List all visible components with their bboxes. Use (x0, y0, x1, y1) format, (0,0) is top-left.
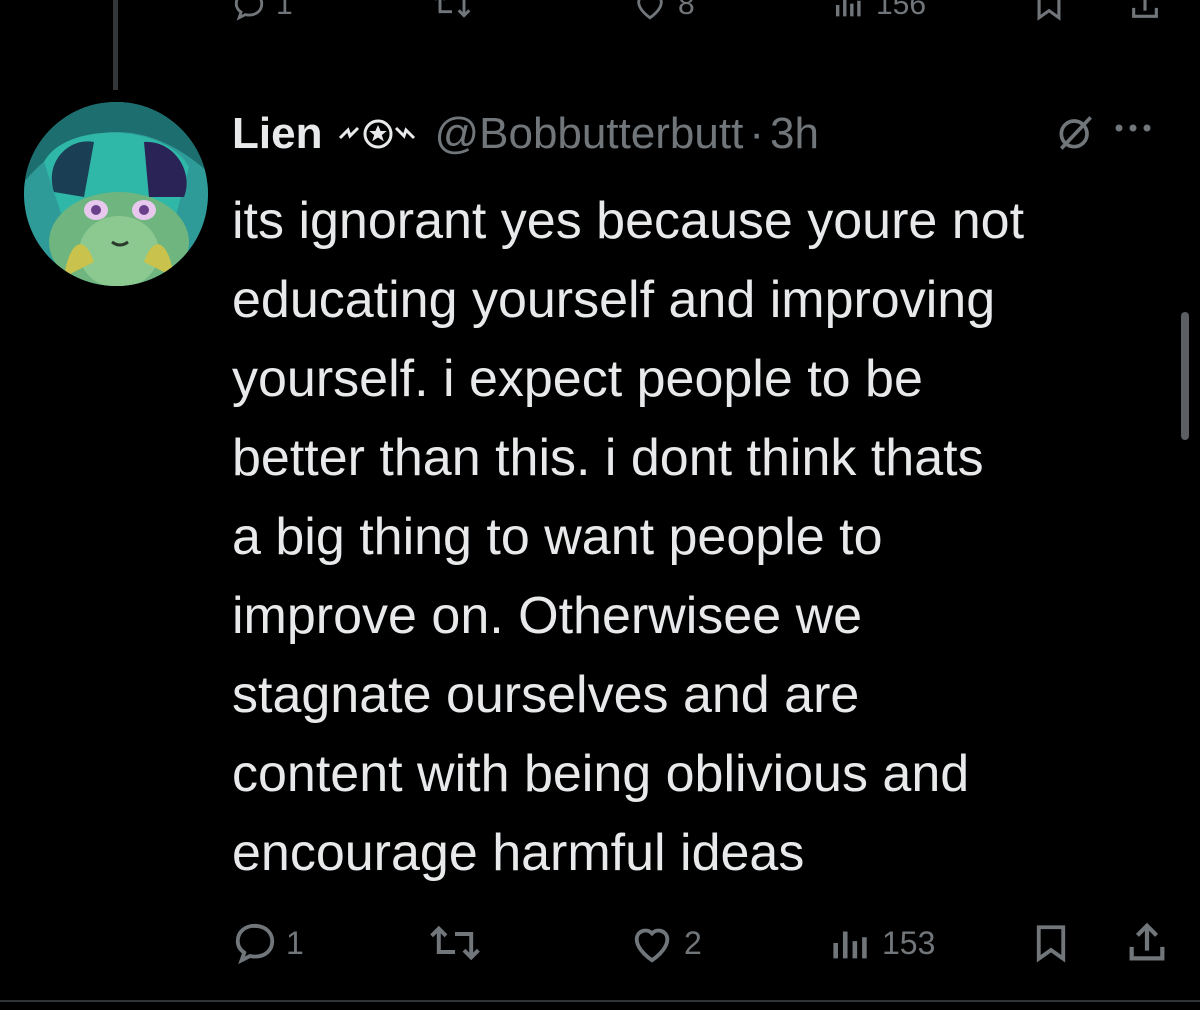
display-name[interactable]: Lien (232, 109, 322, 159)
divider (0, 1000, 1200, 1002)
reply-button[interactable]: 1 (232, 920, 304, 966)
views-button[interactable]: 153 (828, 920, 935, 966)
prev-like-count: 8 (678, 0, 695, 21)
prev-bookmark-button[interactable] (1032, 0, 1066, 22)
tweet-actions: 1 2 153 (0, 912, 1200, 972)
heart-icon (634, 928, 670, 963)
share-icon (1129, 922, 1165, 961)
prev-share-button[interactable] (1128, 0, 1162, 22)
like-count: 2 (684, 924, 702, 961)
views-icon (833, 931, 867, 959)
bookmark-icon (1036, 925, 1066, 963)
view-count: 153 (882, 924, 936, 961)
timestamp[interactable]: 3h (770, 109, 819, 159)
heart-icon (637, 0, 663, 20)
more-icon[interactable] (1113, 118, 1153, 143)
prev-reply-button[interactable]: 1 (232, 0, 293, 22)
tweet-text: its ignorant yes because youre not educa… (232, 192, 1025, 882)
like-button[interactable]: 2 (628, 920, 702, 966)
spiky-star-badge-icon (336, 114, 420, 154)
prev-retweet-button[interactable] (432, 0, 472, 22)
prev-reply-count: 1 (276, 0, 293, 21)
retweet-icon (435, 0, 471, 18)
scrollbar[interactable] (1181, 312, 1189, 440)
previous-tweet-actions: 1 8 156 (0, 0, 1200, 22)
avatar[interactable] (24, 102, 208, 286)
user-handle[interactable]: @Bobbutterbutt (434, 109, 743, 159)
share-button[interactable] (1124, 920, 1170, 966)
tweet-header: Lien @Bobbutterbutt · 3h (232, 104, 819, 164)
reply-icon (234, 0, 264, 21)
reply-count: 1 (286, 924, 304, 961)
bookmark-icon (1037, 0, 1061, 21)
prev-like-button[interactable]: 8 (632, 0, 695, 22)
prev-views-button[interactable]: 156 (832, 0, 926, 22)
retweet-button[interactable] (428, 920, 482, 966)
separator-dot: · (749, 109, 764, 158)
bookmark-button[interactable] (1030, 920, 1072, 966)
avatar-image (24, 102, 208, 286)
retweet-icon (430, 925, 480, 961)
share-icon (1132, 0, 1158, 18)
grok-icon[interactable] (1054, 110, 1098, 159)
views-icon (835, 0, 861, 17)
prev-view-count: 156 (876, 0, 927, 21)
reply-icon (235, 923, 275, 965)
